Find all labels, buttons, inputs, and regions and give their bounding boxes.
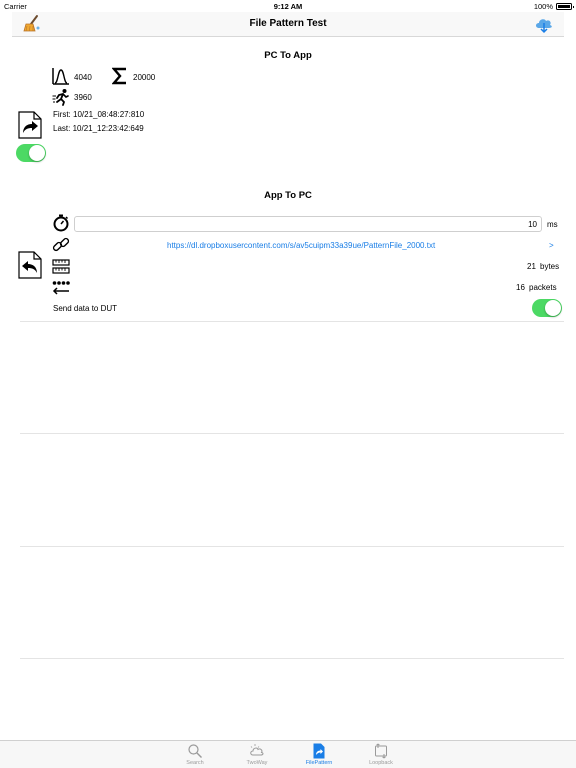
battery-icon [556,3,574,10]
peak-icon [52,67,70,90]
link-icon [52,236,70,259]
first-timestamp: First: 10/21_08:48:27:810 [53,110,145,119]
stopwatch-icon [52,214,70,237]
page-title: File Pattern Test [249,18,327,29]
tab-twoway[interactable]: TwoWay [232,743,282,766]
clock: 9:12 AM [273,2,303,11]
bytes-unit: bytes [540,262,560,271]
search-icon [188,744,202,758]
app-to-pc-title: App To PC [264,190,312,201]
running-icon [52,88,70,111]
rate-value: 3960 [74,93,92,102]
battery-indicator: 100% [533,2,574,11]
tab-bar: Search TwoWay FilePattern Loopback [0,740,576,768]
bytes-value: 21 [527,262,536,271]
peak-value: 4040 [74,73,92,82]
separator [20,433,564,434]
tab-filepattern[interactable]: FilePattern [294,743,344,766]
toggle-knob [29,145,45,161]
tab-label: TwoWay [246,760,268,766]
packets-unit: packets [529,283,557,292]
tab-label: Loopback [369,760,393,766]
battery-percent: 100% [533,2,553,11]
status-bar: Carrier 9:12 AM 100% [0,0,576,12]
pattern-file-link[interactable]: https://dl.dropboxusercontent.com/s/av5c… [167,241,435,250]
sigma-icon [111,67,128,90]
packets-value: 16 [516,283,525,292]
navigation-bar: File Pattern Test [12,12,564,37]
file-pattern-icon [313,743,325,759]
cloud-download-icon[interactable] [534,15,554,35]
send-data-toggle[interactable] [532,299,562,317]
share-back-icon [18,251,42,284]
chevron-right-icon[interactable]: > [549,241,554,250]
tab-loopback[interactable]: Loopback [356,743,406,766]
separator [20,546,564,547]
tab-label: Search [186,760,204,766]
send-data-label: Send data to DUT [53,304,118,313]
pc-to-app-title: PC To App [264,50,312,61]
twoway-icon [250,744,264,756]
loopback-icon [375,743,387,759]
pc-to-app-toggle[interactable] [16,144,46,162]
sum-value: 20000 [133,73,156,82]
separator [20,321,564,322]
share-forward-icon [18,111,42,144]
tab-search[interactable]: Search [170,743,220,766]
toggle-knob [545,300,561,316]
ruler-icon [52,258,70,281]
interval-input[interactable] [74,216,542,232]
separator [20,658,564,659]
packets-icon [52,279,70,300]
interval-unit: ms [547,220,558,229]
last-timestamp: Last: 10/21_12:23:42:649 [53,124,144,133]
tab-label: FilePattern [305,760,333,766]
